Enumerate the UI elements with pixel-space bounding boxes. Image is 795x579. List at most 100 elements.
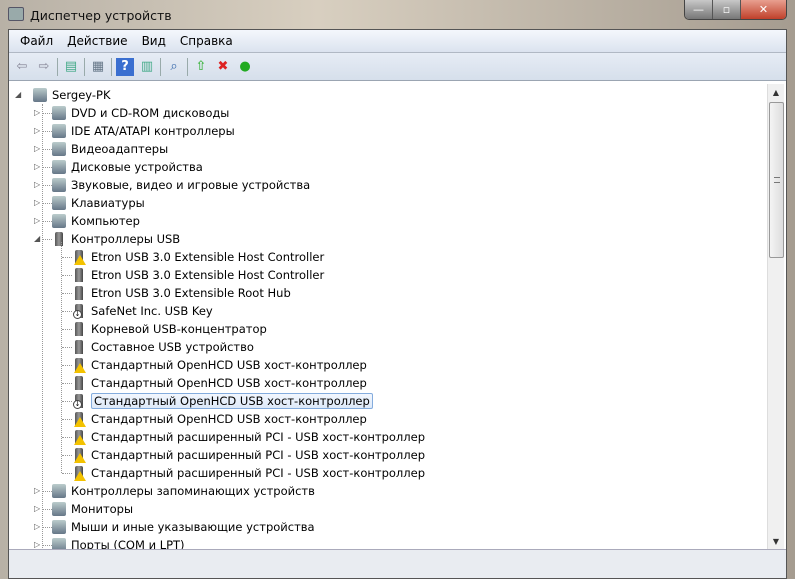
tree-category[interactable]: Видеоадаптеры bbox=[52, 140, 168, 158]
enable-device-icon[interactable]: ● bbox=[236, 58, 254, 76]
scroll-up-arrow-icon[interactable]: ▲ bbox=[768, 84, 784, 101]
tree-category[interactable]: Мониторы bbox=[52, 500, 133, 518]
tree-connector bbox=[42, 527, 52, 528]
tree-item-label: Стандартный расширенный PCI - USB хост-к… bbox=[91, 430, 426, 444]
expand-arrow-icon[interactable]: ▷ bbox=[34, 198, 40, 207]
usb-device-item[interactable]: Корневой USB-концентратор bbox=[72, 320, 267, 338]
usb-device-item[interactable]: Стандартный расширенный PCI - USB хост-к… bbox=[72, 428, 425, 446]
tree-connector bbox=[42, 203, 52, 204]
menu-file[interactable]: Файл bbox=[13, 34, 60, 48]
toolbar-separator bbox=[187, 57, 188, 76]
tree-item-label: Sergey-PK bbox=[52, 88, 111, 102]
usb-icon bbox=[72, 268, 86, 282]
tree-connector bbox=[62, 419, 72, 420]
tree-item-label: Звуковые, видео и игровые устройства bbox=[71, 178, 311, 192]
collapse-arrow-icon[interactable]: ◢ bbox=[15, 90, 21, 99]
menu-help[interactable]: Справка bbox=[173, 34, 240, 48]
expand-arrow-icon[interactable]: ▷ bbox=[34, 180, 40, 189]
usb-device-item[interactable]: Стандартный OpenHCD USB хост-контроллер bbox=[72, 356, 367, 374]
tree-connector bbox=[42, 131, 52, 132]
maximize-button[interactable]: ▫ bbox=[713, 0, 741, 19]
tree-category-usb[interactable]: Контроллеры USB bbox=[52, 230, 180, 248]
collapse-arrow-icon[interactable]: ◢ bbox=[34, 234, 40, 243]
tree-category[interactable]: IDE ATA/ATAPI контроллеры bbox=[52, 122, 235, 140]
tree-connector bbox=[62, 401, 72, 402]
tree-item-label: Видеоадаптеры bbox=[71, 142, 169, 156]
vertical-scrollbar[interactable]: ▲ ▼ bbox=[767, 84, 784, 550]
menu-action[interactable]: Действие bbox=[60, 34, 134, 48]
close-button[interactable]: ✕ bbox=[741, 0, 786, 19]
tree-category[interactable]: Мыши и иные указывающие устройства bbox=[52, 518, 315, 536]
tree-item-label: Etron USB 3.0 Extensible Host Controller bbox=[91, 250, 325, 264]
menu-view[interactable]: Вид bbox=[135, 34, 173, 48]
scan-hardware-icon[interactable]: ⌕ bbox=[165, 58, 183, 76]
tree-line bbox=[61, 242, 62, 473]
disable-device-icon[interactable]: ✖ bbox=[214, 58, 232, 76]
toolbar-separator bbox=[160, 57, 161, 76]
show-hide-console-tree-icon[interactable]: ▤ bbox=[62, 58, 80, 76]
tree-connector bbox=[42, 113, 52, 114]
scroll-thumb[interactable] bbox=[769, 102, 784, 258]
usb-device-item[interactable]: Составное USB устройство bbox=[72, 338, 254, 356]
expand-arrow-icon[interactable]: ▷ bbox=[34, 162, 40, 171]
update-driver-icon[interactable]: ⇧ bbox=[192, 58, 210, 76]
back-icon[interactable]: ⇦ bbox=[13, 58, 31, 76]
expand-arrow-icon[interactable]: ▷ bbox=[34, 522, 40, 531]
minimize-button[interactable]: — bbox=[685, 0, 713, 19]
usb-device-item[interactable]: Стандартный OpenHCD USB хост-контроллер bbox=[72, 410, 367, 428]
expand-arrow-icon[interactable]: ▷ bbox=[34, 216, 40, 225]
properties-icon[interactable]: ▦ bbox=[89, 58, 107, 76]
usb-device-item[interactable]: Стандартный OpenHCD USB хост-контроллер bbox=[72, 374, 367, 392]
menu-bar: Файл Действие Вид Справка bbox=[9, 30, 786, 53]
tree-category[interactable]: Компьютер bbox=[52, 212, 140, 230]
tree-connector bbox=[42, 185, 52, 186]
usb-icon bbox=[52, 232, 66, 246]
expand-arrow-icon[interactable]: ▷ bbox=[34, 504, 40, 513]
forward-icon[interactable]: ⇨ bbox=[35, 58, 53, 76]
device-category-icon bbox=[52, 502, 66, 516]
usb-warning-icon bbox=[72, 358, 86, 373]
tree-category[interactable]: Контроллеры запоминающих устройств bbox=[52, 482, 315, 500]
usb-device-item[interactable]: Etron USB 3.0 Extensible Root Hub bbox=[72, 284, 291, 302]
expand-arrow-icon[interactable]: ▷ bbox=[34, 108, 40, 117]
tree-item-label: DVD и CD-ROM дисководы bbox=[71, 106, 230, 120]
tree-item-label: Стандартный OpenHCD USB хост-контроллер bbox=[91, 358, 367, 372]
tree-category[interactable]: Клавиатуры bbox=[52, 194, 145, 212]
tree-root[interactable]: Sergey-PK bbox=[33, 86, 111, 104]
tree-item-label: Стандартный расширенный PCI - USB хост-к… bbox=[91, 466, 426, 480]
status-bar bbox=[9, 549, 786, 578]
usb-device-item[interactable]: Etron USB 3.0 Extensible Host Controller bbox=[72, 248, 324, 266]
tree-item-label: Корневой USB-концентратор bbox=[91, 322, 267, 336]
tree-connector bbox=[62, 275, 72, 276]
expand-arrow-icon[interactable]: ▷ bbox=[34, 126, 40, 135]
expand-arrow-icon[interactable]: ▷ bbox=[34, 486, 40, 495]
scroll-down-arrow-icon[interactable]: ▼ bbox=[768, 533, 784, 550]
expand-arrow-icon[interactable]: ▷ bbox=[34, 540, 40, 549]
usb-device-item[interactable]: ↓ SafeNet Inc. USB Key bbox=[72, 302, 213, 320]
tree-connector bbox=[62, 293, 72, 294]
usb-warning-icon bbox=[72, 250, 86, 265]
tree-category[interactable]: DVD и CD-ROM дисководы bbox=[52, 104, 229, 122]
tree-item-label: Стандартный OpenHCD USB хост-контроллер bbox=[91, 393, 373, 409]
tree-item-label: Etron USB 3.0 Extensible Host Controller bbox=[91, 268, 325, 282]
show-action-pane-icon[interactable]: ▥ bbox=[138, 58, 156, 76]
usb-device-item[interactable]: Стандартный расширенный PCI - USB хост-к… bbox=[72, 464, 425, 482]
tree-connector bbox=[62, 455, 72, 456]
tree-category[interactable]: Дисковые устройства bbox=[52, 158, 203, 176]
usb-device-item[interactable]: Стандартный расширенный PCI - USB хост-к… bbox=[72, 446, 425, 464]
help-icon[interactable]: ? bbox=[116, 57, 134, 76]
usb-device-item[interactable]: Etron USB 3.0 Extensible Host Controller bbox=[72, 266, 324, 284]
usb-warning-icon bbox=[72, 430, 86, 445]
usb-disabled-icon: ↓ bbox=[72, 304, 86, 319]
tree-category[interactable]: Порты (COM и LPT) bbox=[52, 536, 185, 550]
device-category-icon bbox=[52, 178, 66, 192]
tree-connector bbox=[62, 329, 72, 330]
device-category-icon bbox=[52, 124, 66, 138]
expand-arrow-icon[interactable]: ▷ bbox=[34, 144, 40, 153]
tree-item-label: SafeNet Inc. USB Key bbox=[91, 304, 213, 318]
tree-connector bbox=[42, 491, 52, 492]
tree-category[interactable]: Звуковые, видео и игровые устройства bbox=[52, 176, 310, 194]
usb-device-item[interactable]: ↓ Стандартный OpenHCD USB хост-контроллер bbox=[72, 392, 373, 410]
device-category-icon bbox=[52, 142, 66, 156]
device-category-icon bbox=[52, 160, 66, 174]
